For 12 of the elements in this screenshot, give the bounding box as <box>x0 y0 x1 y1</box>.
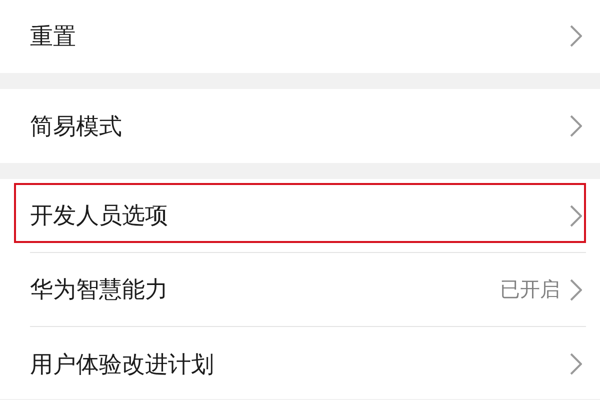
row-label: 开发人员选项 <box>30 202 169 231</box>
chevron-icon <box>570 353 582 375</box>
chevron-icon <box>570 278 582 300</box>
settings-row[interactable]: 用户体验改进计划 <box>30 327 586 399</box>
row-label: 简易模式 <box>30 112 123 142</box>
row-label: 重置 <box>30 22 77 52</box>
chevron-icon <box>570 115 582 137</box>
row-value: 已开启 <box>500 276 560 303</box>
row-label: 华为智慧能力 <box>30 276 169 305</box>
row-label: 用户体验改进计划 <box>30 350 215 380</box>
chevron-icon <box>570 204 582 226</box>
chevron-icon <box>570 25 582 47</box>
